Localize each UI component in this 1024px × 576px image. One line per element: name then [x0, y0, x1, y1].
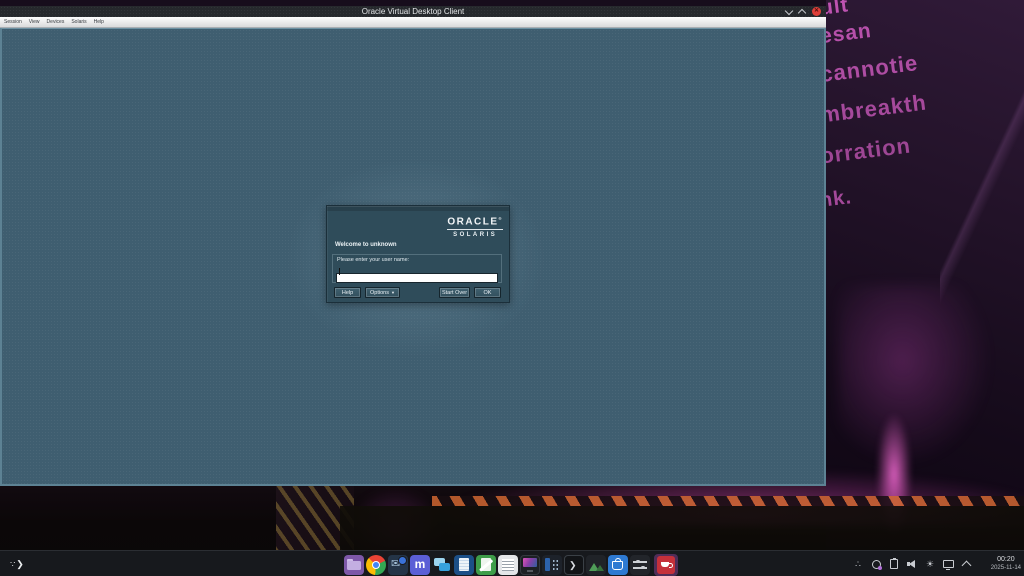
mail-client-icon[interactable]	[388, 555, 408, 575]
office-writer-icon[interactable]	[454, 555, 474, 575]
brightness-icon[interactable]: ☀	[924, 558, 936, 571]
start-over-button[interactable]: Start Over	[439, 287, 470, 298]
window-controls	[786, 6, 821, 17]
registered-mark: ®	[499, 216, 503, 221]
taskbar-clock[interactable]: 00:20 2025-11-14	[991, 555, 1021, 572]
menu-item[interactable]: View	[29, 19, 40, 25]
mastodon-icon[interactable]	[410, 555, 430, 575]
wallpaper-graffiti-text: nk.	[826, 186, 853, 213]
window-title: Oracle Virtual Desktop Client	[362, 6, 465, 17]
display-tool-icon[interactable]	[520, 555, 540, 575]
oracle-wordmark: ORACLE®	[447, 214, 503, 227]
oracle-solaris-logo: ORACLE® SOLARIS	[447, 214, 503, 238]
text-caret	[339, 268, 341, 275]
tray-expand-chevron-icon[interactable]	[961, 561, 971, 571]
help-button[interactable]: Help	[334, 287, 361, 298]
clock-time: 00:20	[991, 555, 1021, 564]
clock-date: 2025-11-14	[991, 564, 1021, 572]
volume-icon[interactable]	[906, 558, 918, 570]
chrome-browser-icon[interactable]	[366, 555, 386, 575]
wallpaper-graffiti-text: ult	[826, 0, 850, 21]
username-label: Please enter your user name:	[337, 257, 409, 263]
desktop: ult esan cannotie mbreakth orration nk. …	[0, 0, 1024, 576]
clipboard-icon[interactable]	[890, 559, 898, 569]
close-icon[interactable]	[812, 7, 821, 16]
dropdown-arrow-icon: ▼	[391, 291, 395, 295]
username-input[interactable]	[336, 273, 498, 283]
wallpaper-graffiti-text: cannotie	[826, 50, 920, 88]
menu-item[interactable]: Session	[4, 19, 22, 25]
solaris-login-dialog: ORACLE® SOLARIS Welcome to unknown Pleas…	[326, 205, 510, 303]
settings-sliders-icon[interactable]	[630, 555, 650, 575]
welcome-text: Welcome to unknown	[335, 242, 397, 248]
green-editor-icon[interactable]	[476, 555, 496, 575]
ovdc-active-task[interactable]	[654, 554, 678, 576]
ok-button[interactable]: OK	[474, 287, 501, 298]
taskbar: ∴ ☀ 00:20 2025-11-14	[0, 550, 1024, 576]
solaris-wordmark: SOLARIS	[447, 232, 503, 238]
taskbar-app-icons	[344, 554, 678, 576]
system-tray: ∴ ☀	[852, 551, 972, 576]
menu-item[interactable]: Devices	[47, 19, 65, 25]
logo-divider	[447, 229, 503, 230]
remote-desktop-area: ORACLE® SOLARIS Welcome to unknown Pleas…	[0, 28, 826, 486]
app-launcher-icon[interactable]	[8, 556, 26, 572]
audio-input-icon[interactable]	[872, 560, 881, 569]
username-field-wrap	[336, 266, 498, 276]
text-document-icon[interactable]	[498, 555, 518, 575]
file-manager-icon[interactable]	[344, 555, 364, 575]
wallpaper-pink-blob	[838, 285, 998, 475]
wallpaper-graffiti-text: orration	[826, 133, 912, 170]
wallpaper-graffiti-text: esan	[826, 19, 873, 49]
menu-bar: Session View Devices Solaris Help	[0, 17, 826, 28]
menu-item[interactable]: Solaris	[71, 19, 86, 25]
ovdc-cup-icon	[657, 556, 675, 574]
dialog-top-strip	[327, 206, 509, 211]
username-panel: Please enter your user name:	[332, 254, 502, 283]
image-viewer-icon[interactable]	[586, 555, 606, 575]
minimize-chevron-icon[interactable]	[785, 6, 793, 14]
terminal-icon[interactable]	[564, 555, 584, 575]
wallpaper-hazard-stripe	[432, 496, 1024, 506]
menu-item[interactable]: Help	[94, 19, 104, 25]
discover-store-icon[interactable]	[608, 555, 628, 575]
window-titlebar: Oracle Virtual Desktop Client	[0, 6, 826, 17]
options-dropdown-button[interactable]: Options ▼	[365, 287, 400, 298]
messenger-icon[interactable]	[432, 555, 452, 575]
wallpaper-graffiti-text: mbreakth	[826, 90, 928, 129]
maximize-chevron-icon[interactable]	[798, 8, 806, 16]
ovdc-window: Oracle Virtual Desktop Client Session Vie…	[0, 6, 826, 486]
calculator-icon[interactable]	[542, 555, 562, 575]
device-tree-icon[interactable]: ∴	[852, 558, 864, 571]
display-icon[interactable]	[943, 560, 954, 568]
